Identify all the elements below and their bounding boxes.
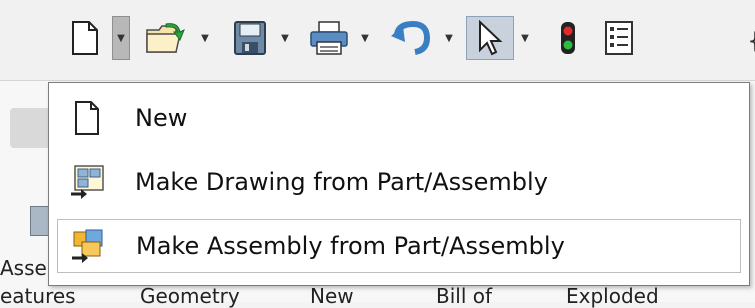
save-button[interactable] — [226, 16, 274, 60]
menu-item-label: Make Drawing from Part/Assembly — [135, 168, 548, 196]
open-button[interactable] — [138, 16, 194, 60]
rebuild-traffic-light-icon — [561, 22, 575, 54]
toolbar-cutoff-glyph: { — [747, 26, 755, 56]
file-properties-button[interactable] — [596, 16, 642, 60]
menu-item-make-drawing[interactable]: Make Drawing from Part/Assembly — [57, 155, 741, 209]
menu-item-make-assembly[interactable]: Make Assembly from Part/Assembly — [57, 219, 741, 273]
rebuild-button[interactable] — [548, 16, 588, 60]
undo-button[interactable] — [384, 16, 438, 60]
make-drawing-icon — [67, 162, 107, 202]
ribbon-label-new: New — [310, 284, 354, 308]
new-button[interactable] — [58, 16, 112, 60]
menu-bar-toolbar: ▼ ▼ ▼ ▼ ▼ ▼ — [0, 0, 755, 81]
undo-dropdown-arrow[interactable]: ▼ — [440, 16, 458, 60]
make-assembly-icon — [68, 226, 108, 266]
menu-item-label: Make Assembly from Part/Assembly — [136, 232, 565, 260]
print-button[interactable] — [304, 16, 354, 60]
new-dropdown-arrow[interactable]: ▼ — [112, 16, 130, 60]
ribbon-label-assembly: Asse — [0, 256, 47, 280]
menu-item-label: New — [135, 104, 188, 132]
select-pointer-icon — [479, 20, 503, 56]
select-button[interactable] — [466, 16, 514, 60]
print-dropdown-arrow[interactable]: ▼ — [356, 16, 374, 60]
open-folder-icon — [146, 23, 185, 53]
select-dropdown-arrow[interactable]: ▼ — [516, 16, 534, 60]
ribbon-label-exploded: Exploded — [566, 284, 659, 308]
ribbon-label-geometry: Geometry — [140, 284, 240, 308]
new-document-icon — [67, 98, 107, 138]
menu-item-new[interactable]: New — [57, 91, 741, 145]
open-dropdown-arrow[interactable]: ▼ — [196, 16, 214, 60]
ribbon-label-bill-of: Bill of — [436, 284, 493, 308]
new-document-icon — [72, 21, 98, 55]
print-icon — [310, 21, 348, 55]
undo-icon — [391, 20, 431, 55]
ribbon-label-features: eatures — [0, 284, 76, 308]
save-dropdown-arrow[interactable]: ▼ — [276, 16, 294, 60]
save-floppy-icon — [234, 21, 266, 55]
file-properties-icon — [605, 21, 633, 55]
new-dropdown-menu: New Make Drawing from Part/Assembly Make… — [48, 82, 750, 286]
